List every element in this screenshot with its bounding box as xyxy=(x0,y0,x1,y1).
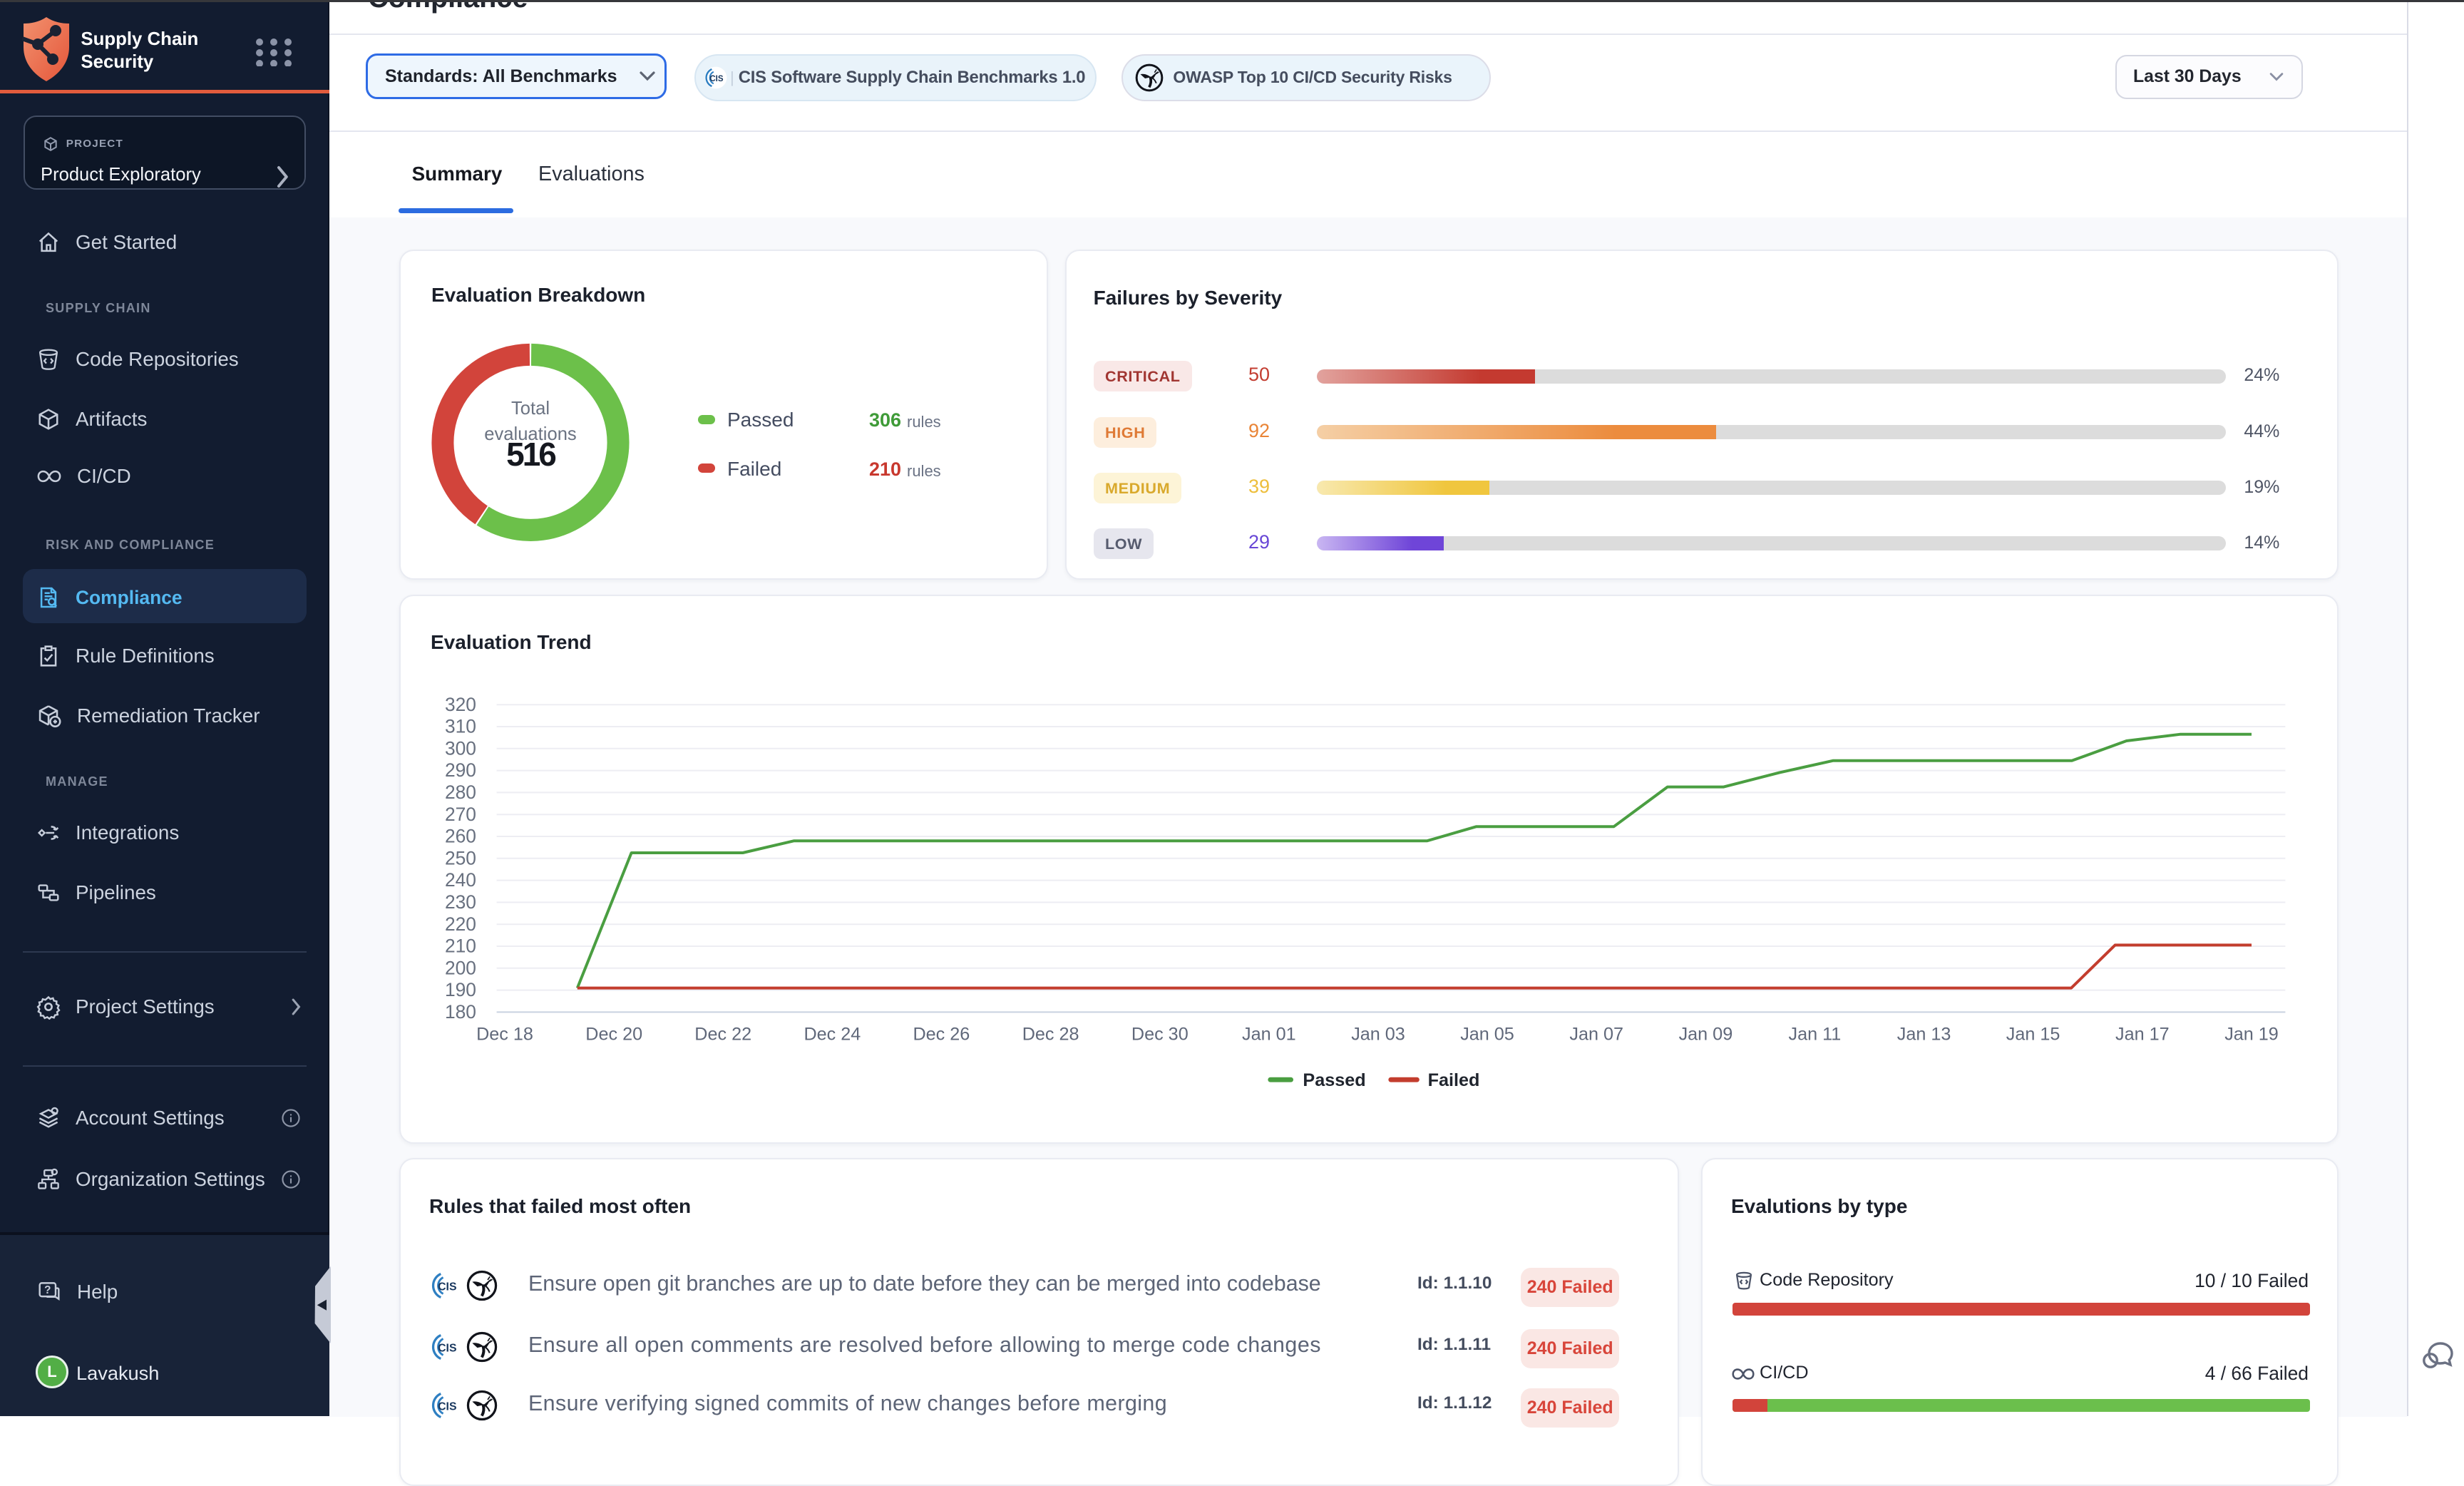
svg-text:210: 210 xyxy=(445,936,476,957)
svg-text:Jan 15: Jan 15 xyxy=(2006,1025,2060,1045)
svg-text:Dec 30: Dec 30 xyxy=(1131,1025,1189,1045)
svg-text:Jan 11: Jan 11 xyxy=(1789,1025,1842,1045)
svg-text:230: 230 xyxy=(445,891,476,913)
svg-text:Jan 03: Jan 03 xyxy=(1351,1025,1405,1045)
svg-text:Dec 24: Dec 24 xyxy=(804,1025,861,1045)
svg-text:Dec 20: Dec 20 xyxy=(585,1025,642,1045)
svg-text:280: 280 xyxy=(445,782,476,803)
svg-text:Dec 22: Dec 22 xyxy=(694,1025,751,1045)
svg-text:?: ? xyxy=(44,1284,51,1296)
svg-text:190: 190 xyxy=(445,979,476,1000)
svg-text:320: 320 xyxy=(445,694,476,715)
svg-text:Jan 07: Jan 07 xyxy=(1569,1025,1623,1045)
svg-text:Jan 19: Jan 19 xyxy=(2224,1025,2279,1045)
svg-text:Jan 05: Jan 05 xyxy=(1460,1025,1514,1045)
svg-text:260: 260 xyxy=(445,826,476,847)
svg-text:300: 300 xyxy=(445,737,476,759)
svg-text:290: 290 xyxy=(445,759,476,781)
svg-text:220: 220 xyxy=(445,913,476,935)
svg-text:310: 310 xyxy=(445,716,476,737)
svg-text:Jan 09: Jan 09 xyxy=(1679,1025,1733,1045)
svg-text:240: 240 xyxy=(445,869,476,891)
svg-text:CIS: CIS xyxy=(438,1401,456,1413)
svg-text:270: 270 xyxy=(445,804,476,825)
svg-text:CIS: CIS xyxy=(438,1342,456,1354)
svg-text:200: 200 xyxy=(445,957,476,978)
svg-text:Dec 28: Dec 28 xyxy=(1022,1025,1079,1045)
svg-text:Failed: Failed xyxy=(1428,1070,1480,1090)
svg-text:Jan 13: Jan 13 xyxy=(1897,1025,1951,1045)
svg-text:Dec 18: Dec 18 xyxy=(476,1025,533,1045)
svg-text:CIS: CIS xyxy=(709,74,724,83)
svg-text:180: 180 xyxy=(445,1001,476,1023)
svg-text:Jan 17: Jan 17 xyxy=(2115,1025,2170,1045)
svg-text:Dec 26: Dec 26 xyxy=(913,1025,970,1045)
svg-text:Passed: Passed xyxy=(1303,1070,1365,1090)
svg-text:250: 250 xyxy=(445,847,476,868)
svg-text:Jan 01: Jan 01 xyxy=(1242,1025,1296,1045)
svg-text:CIS: CIS xyxy=(438,1281,456,1293)
